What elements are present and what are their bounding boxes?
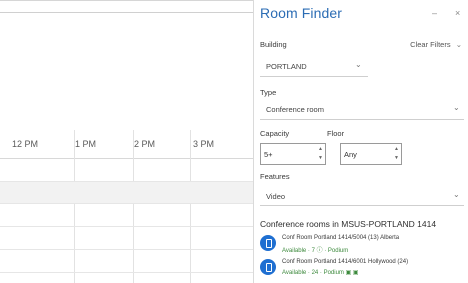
- room-name: Conf Room Portland 1414/6001 Hollywood (…: [282, 259, 409, 265]
- time-label-3pm: 3 PM: [193, 139, 215, 149]
- room-name: Conf Room Portland 1414/5004 (13) Albert…: [282, 235, 400, 241]
- time-label-2pm: 2 PM: [134, 139, 156, 149]
- close-icon[interactable]: ×: [455, 8, 460, 18]
- type-dropdown-underline: [260, 119, 464, 120]
- chevron-down-icon: ⌄: [453, 190, 460, 199]
- room-status: Available · 24 · Podium ▣ ▣: [282, 270, 359, 276]
- results-title: Conference rooms in MSUS-PORTLAND 1414: [260, 219, 437, 229]
- chevron-down-icon: ⌄: [455, 40, 462, 49]
- stepper-arrows-icon[interactable]: ▲ ▼: [318, 145, 323, 163]
- room-list-item[interactable]: Conf Room Portland 1414/5004 (13) Albert…: [260, 233, 464, 255]
- chevron-down-icon: ⌄: [355, 60, 362, 69]
- floor-label: Floor: [327, 129, 345, 138]
- grid-column-line: [74, 130, 75, 283]
- grid-shaded-row: [0, 181, 253, 203]
- calendar-view: 12 PM 1 PM 2 PM 3 PM: [0, 0, 253, 283]
- features-dropdown-underline: [260, 205, 464, 206]
- grid-row-line: [0, 226, 253, 227]
- room-icon: [260, 259, 276, 275]
- stepper-arrows-icon[interactable]: ▲ ▼: [394, 145, 399, 163]
- building-label: Building: [260, 40, 287, 49]
- clear-filters-label: Clear Filters: [410, 40, 451, 49]
- minimize-icon[interactable]: –: [432, 8, 437, 18]
- time-label-12pm: 12 PM: [12, 139, 39, 149]
- grid-row-line: [0, 203, 253, 204]
- floor-value: Any: [344, 150, 357, 159]
- type-value: Conference room: [266, 105, 324, 114]
- room-finder-pane: Room Finder – × Building Clear Filters ⌄…: [254, 0, 468, 283]
- chevron-down-icon: ⌄: [453, 103, 460, 112]
- room-list-item[interactable]: Conf Room Portland 1414/6001 Hollywood (…: [260, 257, 464, 279]
- room-status: Available · 7 ⓘ · Podium: [282, 248, 349, 254]
- building-dropdown-underline: [260, 76, 368, 77]
- grid-column-line: [133, 130, 134, 283]
- capacity-value: 5+: [264, 150, 273, 159]
- floor-stepper[interactable]: Any ▲ ▼: [340, 143, 402, 165]
- pane-title: Room Finder: [260, 5, 343, 21]
- type-label: Type: [260, 88, 277, 97]
- grid-column-line: [190, 130, 191, 283]
- features-label: Features: [260, 172, 290, 181]
- calendar-top-border: [0, 0, 253, 1]
- grid-row-line: [0, 272, 253, 273]
- capacity-stepper[interactable]: 5+ ▲ ▼: [260, 143, 326, 165]
- grid-row-line: [0, 181, 253, 182]
- clear-filters-button[interactable]: Clear Filters ⌄: [410, 40, 462, 49]
- time-header: 12 PM 1 PM 2 PM 3 PM: [0, 129, 253, 159]
- time-label-1pm: 1 PM: [75, 139, 97, 149]
- capacity-label: Capacity: [260, 129, 290, 138]
- grid-row-line: [0, 249, 253, 250]
- room-icon: [260, 235, 276, 251]
- building-value: PORTLAND: [266, 62, 307, 71]
- features-value: Video: [266, 192, 286, 201]
